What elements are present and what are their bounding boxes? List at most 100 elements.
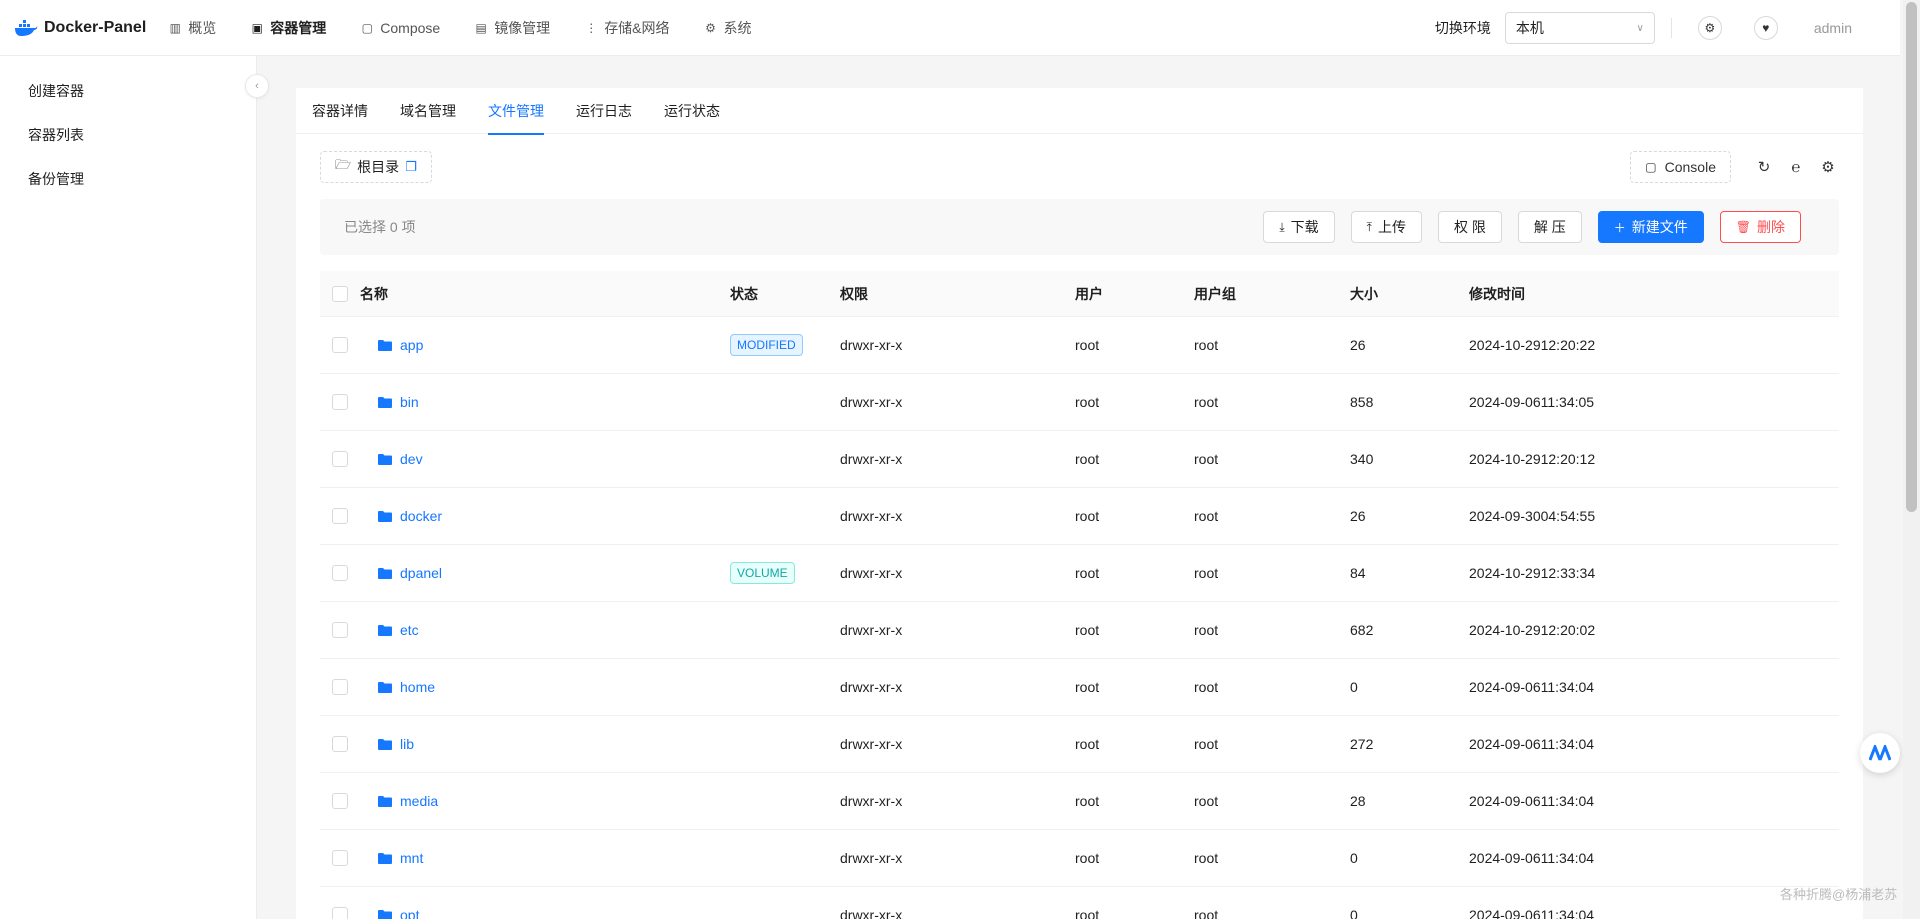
file-name-link[interactable]: app (400, 337, 423, 353)
sidebar-collapse-button[interactable]: ‹ (245, 74, 269, 98)
chart-icon: ▥ (169, 20, 181, 35)
table-row[interactable]: opt drwxr-xr-x root root 0 2024-09-0611:34:04 (320, 887, 1839, 919)
name-cell: mnt (360, 850, 730, 866)
table-row[interactable]: docker drwxr-xr-x root root 26 2024-09-3004:5… (320, 488, 1839, 545)
file-name-link[interactable]: home (400, 679, 435, 695)
table-row[interactable]: mnt drwxr-xr-x root root 0 2024-09-0611:34:04 (320, 830, 1839, 887)
new-file-label: 新建文件 (1631, 219, 1688, 235)
table-row[interactable]: lib drwxr-xr-x root root 272 2024-09-0611:34:… (320, 716, 1839, 773)
text-cursor-icon[interactable]: ℮ (1785, 156, 1807, 178)
tab-2[interactable]: 文件管理 (488, 88, 544, 135)
extract-label: 解 压 (1533, 219, 1566, 235)
settings-gear-icon[interactable]: ⚙ (1697, 16, 1722, 40)
action-bar: 已选择 0 项 ⤓ 下载 ⤒ 上传 权 限 解 压 ＋ 新建文件 🗑 删除 (320, 199, 1839, 255)
bell-icon[interactable]: ♥ (1753, 16, 1778, 40)
sidebar-item-create-container[interactable]: 创建容器 (0, 69, 256, 113)
table-row[interactable]: home drwxr-xr-x root root 0 2024-09-0611:34:0… (320, 659, 1839, 716)
download-button[interactable]: ⤓ 下载 (1263, 211, 1335, 243)
copy-icon[interactable]: ❐ (405, 159, 417, 175)
folder-icon (378, 453, 392, 465)
table-row[interactable]: bin drwxr-xr-x root root 858 2024-09-0611:34:… (320, 374, 1839, 431)
file-name-link[interactable]: opt (400, 907, 419, 919)
select-all-checkbox[interactable] (332, 285, 348, 302)
upload-button[interactable]: ⤒ 上传 (1350, 211, 1422, 243)
tab-4[interactable]: 运行状态 (664, 88, 720, 134)
image-icon: ▤ (475, 20, 487, 35)
row-checkbox[interactable] (332, 679, 348, 695)
row-checkbox[interactable] (332, 793, 348, 809)
permission-button[interactable]: 权 限 (1437, 211, 1502, 243)
brand-name: Docker-Panel (44, 18, 147, 36)
row-checkbox[interactable] (332, 337, 348, 353)
path-breadcrumb[interactable]: 🗁 根目录 ❐ (320, 151, 432, 183)
user-menu[interactable]: admin (1814, 20, 1852, 36)
topnav-label: 镜像管理 (494, 19, 551, 36)
refresh-icon[interactable]: ↻ (1753, 156, 1775, 178)
perm-cell: drwxr-xr-x (840, 565, 903, 581)
header-perm: 权限 (840, 285, 868, 302)
console-label: Console (1664, 159, 1716, 175)
assistant-float-button[interactable] (1860, 733, 1900, 773)
topnav-item-2[interactable]: ▢ Compose (360, 18, 441, 38)
row-check-cell (320, 565, 360, 581)
sidebar-item-container-list[interactable]: 容器列表 (0, 113, 256, 157)
topnav-item-5[interactable]: ⚙ 系统 (704, 18, 751, 38)
header-right: 切换环境 本机 ∨ ⚙ ♥ admin (1435, 0, 1900, 56)
tab-0[interactable]: 容器详情 (312, 88, 368, 134)
group-cell: root (1194, 394, 1219, 410)
topnav-item-3[interactable]: ▤ 镜像管理 (474, 18, 551, 38)
tab-3[interactable]: 运行日志 (576, 88, 632, 134)
group-cell: root (1194, 907, 1219, 919)
row-checkbox[interactable] (332, 508, 348, 524)
table-row[interactable]: dev drwxr-xr-x root root 340 2024-10-2912:20:… (320, 431, 1839, 488)
row-checkbox[interactable] (332, 736, 348, 752)
row-checkbox[interactable] (332, 565, 348, 581)
folder-open-icon: 🗁 (335, 157, 352, 172)
file-name-link[interactable]: dpanel (400, 565, 442, 581)
group-cell: root (1194, 565, 1219, 581)
sidebar-item-backup[interactable]: 备份管理 (0, 157, 256, 201)
perm-cell: drwxr-xr-x (840, 394, 903, 410)
settings-icon[interactable]: ⚙ (1817, 156, 1839, 178)
user-cell: root (1075, 850, 1100, 866)
folder-icon (378, 795, 392, 807)
size-cell: 0 (1350, 850, 1358, 866)
topnav-item-1[interactable]: ▣ 容器管理 (250, 18, 327, 38)
file-name-link[interactable]: dev (400, 451, 423, 467)
extract-button[interactable]: 解 压 (1517, 211, 1582, 243)
delete-button[interactable]: 🗑 删除 (1719, 211, 1801, 243)
table-row[interactable]: media drwxr-xr-x root root 28 2024-09-0611:34… (320, 773, 1839, 830)
env-select[interactable]: 本机 ∨ (1504, 12, 1655, 44)
file-name-link[interactable]: bin (400, 394, 419, 410)
row-check-cell (320, 907, 360, 919)
time-cell: 2024-10-2912:20:12 (1469, 451, 1596, 467)
topnav-label: 存储&网络 (604, 19, 670, 36)
file-name-link[interactable]: lib (400, 736, 414, 752)
row-checkbox[interactable] (332, 850, 348, 866)
topnav-item-0[interactable]: ▥ 概览 (168, 18, 217, 38)
topnav-item-4[interactable]: ⋮ 存储&网络 (584, 18, 669, 38)
page-scrollbar[interactable] (1903, 0, 1920, 919)
table-row[interactable]: app MODIFIED drwxr-xr-x root root 26 2024-10-2… (320, 317, 1839, 374)
size-cell: 272 (1350, 736, 1374, 752)
env-select-value: 本机 (1515, 20, 1544, 36)
file-name-link[interactable]: docker (400, 508, 442, 524)
console-button[interactable]: ▢ Console (1630, 151, 1731, 183)
table-row[interactable]: etc drwxr-xr-x root root 682 2024-10-2912:20:… (320, 602, 1839, 659)
terminal-icon: ▢ (1645, 160, 1657, 174)
file-name-link[interactable]: media (400, 793, 438, 809)
topnav-label: 概览 (188, 19, 217, 36)
row-checkbox[interactable] (332, 622, 348, 638)
table-row[interactable]: dpanel VOLUME drwxr-xr-x root root 84 2024-10-… (320, 545, 1839, 602)
row-checkbox[interactable] (332, 451, 348, 467)
file-name-link[interactable]: mnt (400, 850, 423, 866)
new-file-button[interactable]: ＋ 新建文件 (1597, 211, 1704, 243)
file-name-link[interactable]: etc (400, 622, 419, 638)
scrollbar-thumb[interactable] (1906, 2, 1917, 512)
name-cell: media (360, 793, 730, 809)
row-checkbox[interactable] (332, 907, 348, 919)
tab-1[interactable]: 域名管理 (400, 88, 456, 134)
header-name[interactable]: 名称 (360, 284, 730, 304)
row-checkbox[interactable] (332, 394, 348, 410)
brand[interactable]: Docker-Panel (14, 19, 146, 37)
